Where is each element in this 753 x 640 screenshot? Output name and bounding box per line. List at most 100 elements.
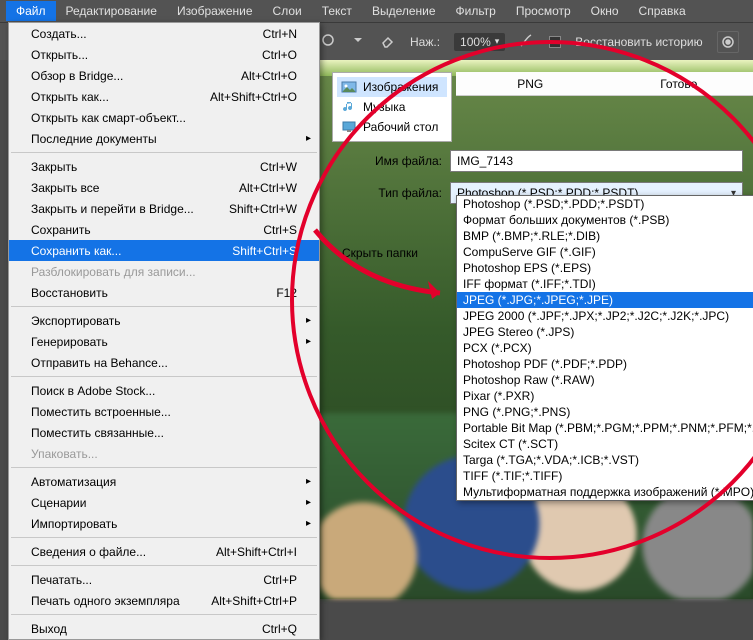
filetype-option[interactable]: Pixar (*.PXR) xyxy=(457,388,753,404)
menu-item[interactable]: ВыходCtrl+Q xyxy=(9,618,319,639)
filetype-option[interactable]: TIFF (*.TIF;*.TIFF) xyxy=(457,468,753,484)
filetype-option[interactable]: Мультиформатная поддержка изображений (*… xyxy=(457,484,753,500)
menu-separator xyxy=(11,152,317,153)
filetype-option[interactable]: BMP (*.BMP;*.RLE;*.DIB) xyxy=(457,228,753,244)
swatch-icon[interactable] xyxy=(717,31,739,53)
menubar-item-фильтр[interactable]: Фильтр xyxy=(446,1,506,21)
menu-separator xyxy=(11,467,317,468)
filetype-option[interactable]: PCX (*.PCX) xyxy=(457,340,753,356)
menubar-item-выделение[interactable]: Выделение xyxy=(362,1,446,21)
menu-item[interactable]: Печатать...Ctrl+P xyxy=(9,569,319,590)
eraser-icon[interactable] xyxy=(380,32,396,51)
menu-item[interactable]: Сведения о файле... Alt+Shift+Ctrl+I xyxy=(9,541,319,562)
menu-item[interactable]: ЗакрытьCtrl+W xyxy=(9,156,319,177)
menu-separator xyxy=(11,376,317,377)
menu-item[interactable]: Отправить на Behance... xyxy=(9,352,319,373)
filetype-option[interactable]: Photoshop Raw (*.RAW) xyxy=(457,372,753,388)
filetype-option[interactable]: Формат больших документов (*.PSB) xyxy=(457,212,753,228)
menu-item-label: Поместить встроенные... xyxy=(31,405,171,419)
filetype-option[interactable]: Targa (*.TGA;*.VDA;*.ICB;*.VST) xyxy=(457,452,753,468)
filetype-dropdown[interactable]: Photoshop (*.PSD;*.PDD;*.PSDT)Формат бол… xyxy=(456,195,753,501)
filename-input[interactable] xyxy=(450,150,743,172)
filetype-option[interactable]: Photoshop (*.PSD;*.PDD;*.PSDT) xyxy=(457,196,753,212)
header-col-status: Готово xyxy=(605,77,753,91)
menu-item-label: Экспортировать xyxy=(31,314,121,328)
menu-item[interactable]: Автоматизация xyxy=(9,471,319,492)
menubar-item-слои[interactable]: Слои xyxy=(263,1,312,21)
filetype-option[interactable]: CompuServe GIF (*.GIF) xyxy=(457,244,753,260)
menu-item-shortcut: Shift+Ctrl+W xyxy=(229,202,297,216)
filetype-option[interactable]: JPEG (*.JPG;*.JPEG;*.JPE) xyxy=(457,292,753,308)
restore-history-checkbox[interactable] xyxy=(549,36,561,48)
menu-item-label: Автоматизация xyxy=(31,475,116,489)
menu-item-shortcut: Ctrl+Q xyxy=(262,622,297,636)
menu-item-shortcut: Alt+Shift+Ctrl+I xyxy=(216,545,297,559)
menu-item-shortcut: Ctrl+S xyxy=(263,223,297,237)
menu-item-shortcut: Alt+Ctrl+O xyxy=(241,69,297,83)
sidebar-item[interactable]: Рабочий стол xyxy=(337,117,447,137)
menu-item[interactable]: Импортировать xyxy=(9,513,319,534)
nazh-label: Наж.: xyxy=(410,35,440,49)
menu-item[interactable]: Открыть как...Alt+Shift+Ctrl+O xyxy=(9,86,319,107)
filetype-option[interactable]: PNG (*.PNG;*.PNS) xyxy=(457,404,753,420)
menu-item[interactable]: Поиск в Adobe Stock... xyxy=(9,380,319,401)
menu-item[interactable]: Поместить встроенные... xyxy=(9,401,319,422)
file-list-header: PNG Готово xyxy=(456,72,753,96)
menu-item[interactable]: Последние документы xyxy=(9,128,319,149)
menu-item[interactable]: Сценарии xyxy=(9,492,319,513)
menu-item-label: Отправить на Behance... xyxy=(31,356,168,370)
filetype-option[interactable]: Scitex CT (*.SCT) xyxy=(457,436,753,452)
menu-item-label: Сведения о файле... xyxy=(31,545,146,559)
menubar-item-справка[interactable]: Справка xyxy=(629,1,696,21)
menu-item-label: Сохранить xyxy=(31,223,91,237)
app-menubar: ФайлРедактированиеИзображениеСлоиТекстВы… xyxy=(0,0,753,22)
menu-item[interactable]: Печать одного экземпляраAlt+Shift+Ctrl+P xyxy=(9,590,319,611)
menu-item[interactable]: Сохранить как...Shift+Ctrl+S xyxy=(9,240,319,261)
menubar-item-текст[interactable]: Текст xyxy=(312,1,362,21)
menu-item[interactable]: Обзор в Bridge... Alt+Ctrl+O xyxy=(9,65,319,86)
filetype-option[interactable]: Photoshop EPS (*.EPS) xyxy=(457,260,753,276)
menu-item[interactable]: Открыть...Ctrl+O xyxy=(9,44,319,65)
dropdown-icon[interactable] xyxy=(350,32,366,51)
menu-item[interactable]: Экспортировать xyxy=(9,310,319,331)
menu-item-label: Последние документы xyxy=(31,132,157,146)
menu-item[interactable]: Закрыть всеAlt+Ctrl+W xyxy=(9,177,319,198)
pressure-value[interactable]: 100%▾ xyxy=(454,33,505,51)
menubar-item-окно[interactable]: Окно xyxy=(581,1,629,21)
menu-item[interactable]: Генерировать xyxy=(9,331,319,352)
menu-item-label: Открыть как смарт-объект... xyxy=(31,111,186,125)
menubar-item-просмотр[interactable]: Просмотр xyxy=(506,1,581,21)
menu-item-label: Закрыть все xyxy=(31,181,99,195)
menubar-item-изображение[interactable]: Изображение xyxy=(167,1,263,21)
sidebar-item-label: Рабочий стол xyxy=(363,120,438,134)
filetype-option[interactable]: JPEG Stereo (*.JPS) xyxy=(457,324,753,340)
menu-item[interactable]: Открыть как смарт-объект... xyxy=(9,107,319,128)
menu-item-label: Закрыть и перейти в Bridge... xyxy=(31,202,194,216)
menu-item-label: Поместить связанные... xyxy=(31,426,164,440)
menu-item[interactable]: Создать...Ctrl+N xyxy=(9,23,319,44)
menubar-item-редактирование[interactable]: Редактирование xyxy=(56,1,167,21)
pressure-pen-icon[interactable] xyxy=(519,32,535,51)
sidebar-item[interactable]: Изображения xyxy=(337,77,447,97)
menu-item[interactable]: Поместить связанные... xyxy=(9,422,319,443)
sidebar-item-label: Музыка xyxy=(363,100,405,114)
menu-item-label: Открыть как... xyxy=(31,90,109,104)
restore-history-label: Восстановить историю xyxy=(575,35,702,49)
menubar-item-файл[interactable]: Файл xyxy=(6,1,56,21)
menu-separator xyxy=(11,565,317,566)
filetype-option[interactable]: IFF формат (*.IFF;*.TDI) xyxy=(457,276,753,292)
filetype-option[interactable]: Portable Bit Map (*.PBM;*.PGM;*.PPM;*.PN… xyxy=(457,420,753,436)
filetype-option[interactable]: JPEG 2000 (*.JPF;*.JPX;*.JP2;*.J2C;*.J2K… xyxy=(457,308,753,324)
menu-separator xyxy=(11,614,317,615)
menu-item-label: Печатать... xyxy=(31,573,92,587)
file-menu: Создать...Ctrl+NОткрыть...Ctrl+OОбзор в … xyxy=(8,22,320,640)
menu-item[interactable]: Сохранить Ctrl+S xyxy=(9,219,319,240)
filetype-option[interactable]: Photoshop PDF (*.PDF;*.PDP) xyxy=(457,356,753,372)
sidebar-item[interactable]: Музыка xyxy=(337,97,447,117)
menu-item-shortcut: Alt+Shift+Ctrl+P xyxy=(211,594,297,608)
menu-item-label: Восстановить xyxy=(31,286,108,300)
menu-separator xyxy=(11,537,317,538)
menu-item[interactable]: ВосстановитьF12 xyxy=(9,282,319,303)
menu-item-label: Обзор в Bridge... xyxy=(31,69,123,83)
menu-item[interactable]: Закрыть и перейти в Bridge... Shift+Ctrl+… xyxy=(9,198,319,219)
